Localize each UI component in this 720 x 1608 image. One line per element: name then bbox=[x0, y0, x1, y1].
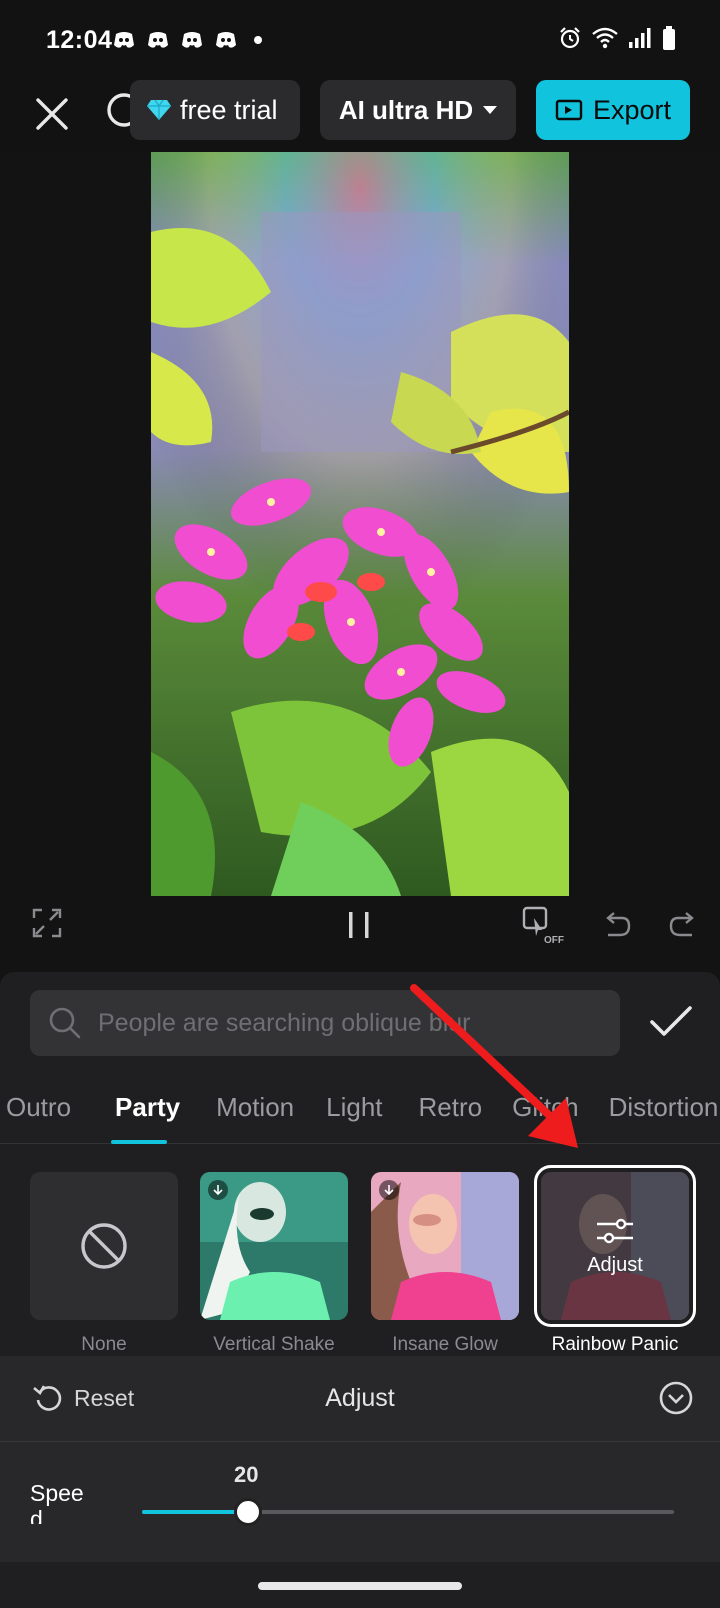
effect-label: Vertical Shake bbox=[213, 1334, 335, 1355]
tab-retro[interactable]: Retro bbox=[397, 1092, 497, 1123]
chevron-down-icon bbox=[483, 106, 498, 114]
speed-slider[interactable] bbox=[142, 1498, 674, 1526]
effects-search-input[interactable]: People are searching oblique blur bbox=[30, 990, 620, 1056]
tab-motion[interactable]: Motion bbox=[194, 1092, 308, 1123]
export-label: Export bbox=[592, 94, 672, 125]
playback-controls: OFF bbox=[0, 896, 720, 972]
flower-preview-image bbox=[151, 152, 569, 896]
keyframe-off-icon[interactable]: OFF bbox=[522, 906, 566, 946]
free-trial-button[interactable]: free trial bbox=[130, 80, 300, 140]
ai-ultra-hd-dropdown[interactable]: AI ultra HD bbox=[320, 80, 516, 140]
tab-distortion[interactable]: Distortion bbox=[593, 1092, 720, 1123]
svg-text:OFF: OFF bbox=[544, 935, 564, 946]
discord-icon bbox=[148, 32, 168, 48]
effect-thumbnail bbox=[371, 1172, 519, 1320]
top-toolbar: free trial AI ultra HD Export bbox=[0, 80, 720, 152]
signal-icon bbox=[629, 28, 651, 48]
free-trial-label: free trial bbox=[180, 94, 278, 125]
speed-label: Speed bbox=[30, 1480, 84, 1524]
fullscreen-icon[interactable] bbox=[32, 908, 62, 938]
speed-slider-fill bbox=[142, 1510, 248, 1514]
download-icon bbox=[379, 1180, 399, 1200]
more-notifications-dot bbox=[254, 36, 262, 44]
effect-label: Rainbow Panic bbox=[551, 1334, 679, 1355]
download-icon bbox=[208, 1180, 228, 1200]
discord-icon bbox=[114, 32, 134, 48]
confirm-check-icon[interactable] bbox=[648, 1002, 694, 1042]
speed-slider-section: Speed 20 bbox=[0, 1442, 720, 1562]
pause-icon[interactable] bbox=[344, 910, 374, 940]
speed-slider-handle[interactable] bbox=[234, 1498, 262, 1526]
ai-ultra-hd-label: AI ultra HD bbox=[338, 94, 474, 125]
effects-panel: People are searching oblique blur Outro … bbox=[0, 972, 720, 1608]
home-indicator[interactable] bbox=[258, 1582, 462, 1590]
adjust-header: Reset Adjust bbox=[0, 1356, 720, 1442]
alarm-icon bbox=[560, 27, 580, 49]
video-preview-area bbox=[0, 152, 720, 896]
no-effect-icon bbox=[81, 1223, 127, 1269]
effect-thumbnail bbox=[200, 1172, 348, 1320]
video-preview[interactable] bbox=[151, 152, 569, 896]
search-placeholder: People are searching oblique blur bbox=[98, 1008, 471, 1037]
notification-icons bbox=[112, 30, 262, 50]
adjust-title: Adjust bbox=[325, 1384, 395, 1412]
effect-rainbow-panic[interactable]: Adjust Rainbow Panic bbox=[534, 1165, 696, 1356]
speed-value: 20 bbox=[234, 1462, 259, 1487]
tab-glitch[interactable]: Glitch bbox=[496, 1092, 592, 1123]
effect-label: Insane Glow bbox=[392, 1334, 498, 1355]
status-time: 12:04 bbox=[46, 26, 113, 54]
export-button[interactable]: Export bbox=[536, 80, 690, 140]
effect-label: None bbox=[81, 1334, 127, 1355]
discord-icon bbox=[216, 32, 236, 48]
adjust-overlay-label: Adjust bbox=[587, 1253, 643, 1276]
effect-category-tabs: Outro Party Motion Light Retro Glitch Di… bbox=[0, 1072, 720, 1144]
tab-party[interactable]: Party bbox=[85, 1092, 194, 1123]
effect-insane-glow[interactable]: Insane Glow bbox=[371, 1172, 519, 1356]
adjust-overlay[interactable]: Adjust bbox=[541, 1172, 689, 1320]
discord-icon bbox=[182, 32, 202, 48]
redo-icon[interactable] bbox=[668, 910, 698, 940]
effects-list: None Vertical Shake Insane Glow Adjust R… bbox=[0, 1165, 720, 1355]
effect-vertical-shake[interactable]: Vertical Shake bbox=[200, 1172, 348, 1356]
status-icons bbox=[558, 26, 676, 50]
export-icon bbox=[555, 99, 583, 121]
diamond-icon bbox=[147, 99, 171, 120]
undo-icon[interactable] bbox=[602, 910, 632, 940]
effect-none[interactable]: None bbox=[30, 1172, 178, 1356]
wifi-icon bbox=[592, 27, 618, 49]
sliders-icon bbox=[597, 1218, 633, 1243]
tab-outro[interactable]: Outro bbox=[0, 1092, 85, 1123]
search-icon bbox=[49, 1007, 81, 1039]
effect-thumbnail: Adjust bbox=[534, 1165, 696, 1327]
tab-light[interactable]: Light bbox=[308, 1092, 396, 1123]
battery-icon bbox=[663, 26, 675, 50]
status-bar: 12:04 bbox=[0, 0, 720, 80]
close-icon[interactable] bbox=[30, 92, 74, 136]
collapse-chevron-icon[interactable] bbox=[658, 1380, 694, 1416]
effect-thumbnail bbox=[30, 1172, 178, 1320]
active-tab-indicator bbox=[111, 1140, 167, 1144]
